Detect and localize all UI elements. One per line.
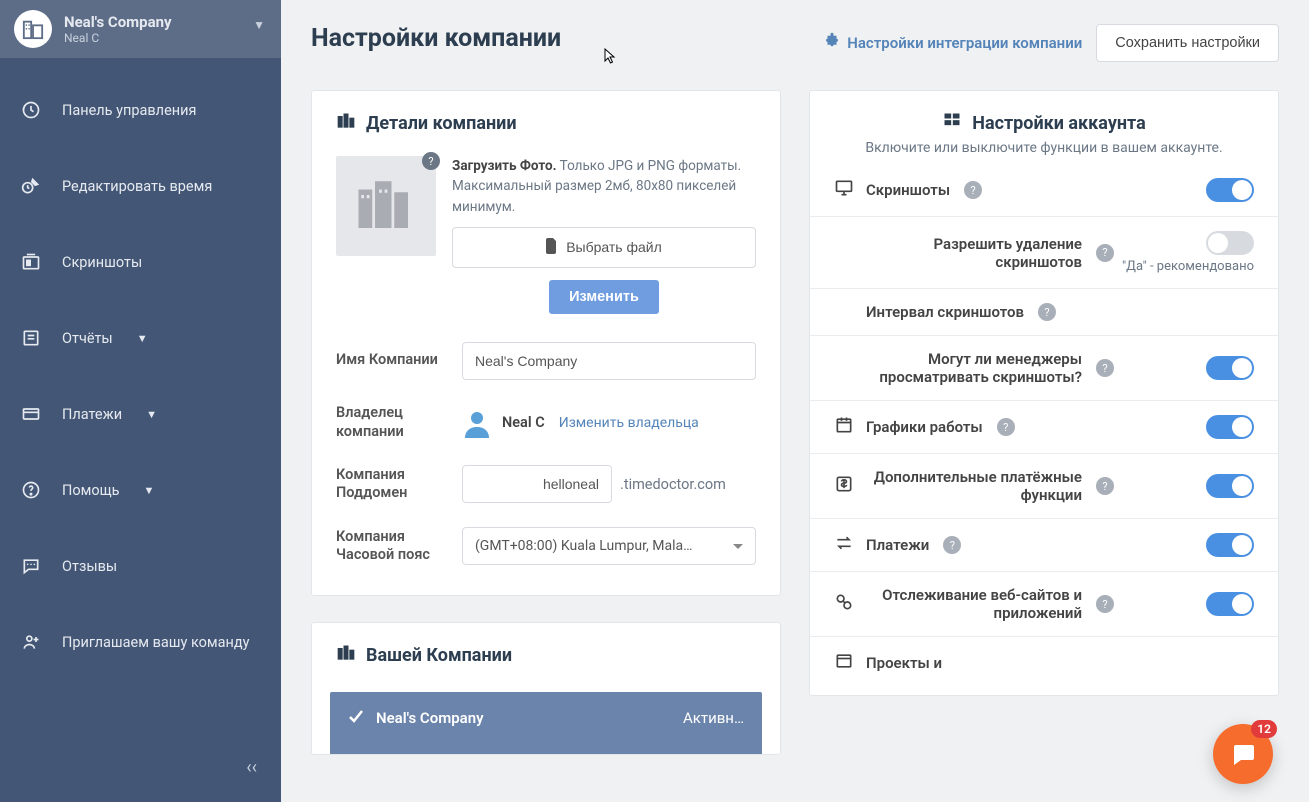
caret-down-icon: ▼ bbox=[144, 484, 155, 497]
subdomain-label: Компания Поддомен bbox=[336, 466, 442, 504]
calendar-icon bbox=[834, 415, 854, 439]
chat-widget[interactable]: 12 bbox=[1213, 724, 1273, 784]
change-photo-button[interactable]: Изменить bbox=[549, 280, 659, 314]
card-icon bbox=[20, 404, 42, 424]
panel-title: Настройки аккаунта bbox=[972, 113, 1146, 134]
your-company-panel: Вашей Компании Neal's Company Активн… bbox=[311, 622, 781, 755]
help-icon[interactable]: ? bbox=[422, 152, 440, 170]
panel-title: Детали компании bbox=[366, 113, 517, 134]
company-status: Активн… bbox=[683, 709, 744, 727]
page-header: Настройки компании Настройки интеграции … bbox=[311, 24, 1279, 62]
integration-settings-link[interactable]: Настройки интеграции компании bbox=[823, 32, 1082, 54]
dollar-icon bbox=[834, 474, 854, 498]
subdomain-suffix: .timedoctor.com bbox=[620, 476, 726, 493]
toggle-managers-view[interactable] bbox=[1206, 356, 1254, 380]
setting-managers-view: Могут ли менеджеры просматривать скриншо… bbox=[810, 342, 1278, 394]
toggle-note: "Да" - рекомендовано bbox=[1122, 259, 1254, 274]
timezone-select[interactable]: (GMT+08:00) Kuala Lumpur, Mala… bbox=[462, 527, 756, 565]
company-name-label: Имя Компании bbox=[336, 351, 442, 370]
subdomain-input[interactable] bbox=[462, 465, 612, 503]
setting-payments: Платежи? bbox=[810, 525, 1278, 565]
chat-badge: 12 bbox=[1251, 720, 1277, 738]
timezone-label: Компания Часовой пояс bbox=[336, 528, 442, 566]
screenshot-icon bbox=[20, 252, 42, 272]
company-row[interactable]: Neal's Company Активн… bbox=[330, 692, 762, 754]
edit-time-icon bbox=[20, 176, 42, 196]
file-icon bbox=[546, 238, 558, 257]
caret-down-icon: ▼ bbox=[137, 332, 148, 345]
nav-reports[interactable]: Отчёты▼ bbox=[0, 300, 281, 376]
company-details-panel: Детали компании ? Загрузить Фото. Только… bbox=[311, 90, 781, 596]
sidebar: Neal's Company Neal C ▼ Панель управлени… bbox=[0, 0, 281, 802]
exchange-icon bbox=[834, 533, 854, 557]
buildings-icon bbox=[336, 643, 356, 668]
save-settings-button[interactable]: Сохранить настройки bbox=[1096, 24, 1279, 62]
buildings-icon bbox=[336, 111, 356, 136]
nav-dashboard[interactable]: Панель управления bbox=[0, 72, 281, 148]
page-title: Настройки компании bbox=[311, 24, 561, 53]
help-icon[interactable]: ? bbox=[943, 536, 961, 554]
track-icon bbox=[834, 592, 854, 616]
panel-subtitle: Включите или выключите функции в вашем а… bbox=[810, 140, 1278, 170]
invite-icon bbox=[20, 632, 42, 652]
nav-screenshots[interactable]: Скриншоты bbox=[0, 224, 281, 300]
avatar-icon bbox=[462, 408, 492, 438]
nav-payments[interactable]: Платежи▼ bbox=[0, 376, 281, 452]
report-icon bbox=[20, 328, 42, 348]
panel-title: Вашей Компании bbox=[366, 645, 512, 666]
toggle-payments[interactable] bbox=[1206, 533, 1254, 557]
building-icon bbox=[14, 10, 52, 48]
setting-projects: Проекты и bbox=[810, 643, 1278, 683]
change-owner-link[interactable]: Изменить владельца bbox=[559, 415, 699, 431]
owner-name: Neal C bbox=[502, 414, 545, 431]
upload-instructions: Загрузить Фото. Только JPG и PNG форматы… bbox=[452, 156, 756, 217]
setting-schedules: Графики работы? bbox=[810, 407, 1278, 447]
help-icon[interactable]: ? bbox=[997, 418, 1015, 436]
nav-invite[interactable]: Приглашаем вашу команду bbox=[0, 604, 281, 680]
check-icon bbox=[348, 708, 364, 728]
puzzle-icon bbox=[823, 32, 841, 54]
company-user: Neal C bbox=[64, 31, 172, 45]
setting-interval: Интервал скриншотов? bbox=[810, 295, 1278, 329]
caret-down-icon: ▼ bbox=[253, 18, 265, 32]
company-switcher[interactable]: Neal's Company Neal C ▼ bbox=[0, 0, 281, 58]
help-icon[interactable]: ? bbox=[1096, 477, 1114, 495]
account-settings-panel: Настройки аккаунта Включите или выключит… bbox=[809, 90, 1279, 696]
toggle-tracking[interactable] bbox=[1206, 592, 1254, 616]
help-icon[interactable]: ? bbox=[1096, 359, 1114, 377]
toggle-schedules[interactable] bbox=[1206, 415, 1254, 439]
help-icon bbox=[20, 480, 42, 500]
chat-icon bbox=[20, 556, 42, 576]
toggle-extra-payment[interactable] bbox=[1206, 474, 1254, 498]
settings-icon bbox=[942, 111, 962, 136]
toggle-screenshots[interactable] bbox=[1206, 178, 1254, 202]
company-name: Neal's Company bbox=[64, 13, 172, 31]
nav-help[interactable]: Помощь▼ bbox=[0, 452, 281, 528]
monitor-icon bbox=[834, 178, 854, 202]
choose-file-button[interactable]: Выбрать файл bbox=[452, 227, 756, 268]
help-icon[interactable]: ? bbox=[1096, 595, 1114, 613]
toggle-delete-screenshots[interactable] bbox=[1206, 231, 1254, 255]
setting-delete-screenshots: Разрешить удаление скриншотов? "Да" - ре… bbox=[810, 223, 1278, 282]
caret-down-icon: ▼ bbox=[146, 408, 157, 421]
company-name-input[interactable] bbox=[462, 342, 756, 380]
nav-edit-time[interactable]: Редактировать время bbox=[0, 148, 281, 224]
setting-extra-payment: Дополнительные платёжные функции? bbox=[810, 460, 1278, 512]
help-icon[interactable]: ? bbox=[1096, 244, 1114, 262]
help-icon[interactable]: ? bbox=[1038, 303, 1056, 321]
history-icon bbox=[20, 100, 42, 120]
projects-icon bbox=[834, 651, 854, 675]
collapse-sidebar-icon[interactable]: ‹‹ bbox=[246, 757, 257, 778]
help-icon[interactable]: ? bbox=[964, 181, 982, 199]
nav-list: Панель управления Редактировать время Ск… bbox=[0, 58, 281, 680]
nav-reviews[interactable]: Отзывы bbox=[0, 528, 281, 604]
main-content: Настройки компании Настройки интеграции … bbox=[281, 0, 1309, 802]
setting-screenshots: Скриншоты? bbox=[810, 170, 1278, 210]
company-owner-label: Владелец компании bbox=[336, 404, 442, 442]
setting-tracking: Отслеживание веб-сайтов и приложений? bbox=[810, 578, 1278, 630]
company-photo-placeholder: ? bbox=[336, 156, 436, 256]
